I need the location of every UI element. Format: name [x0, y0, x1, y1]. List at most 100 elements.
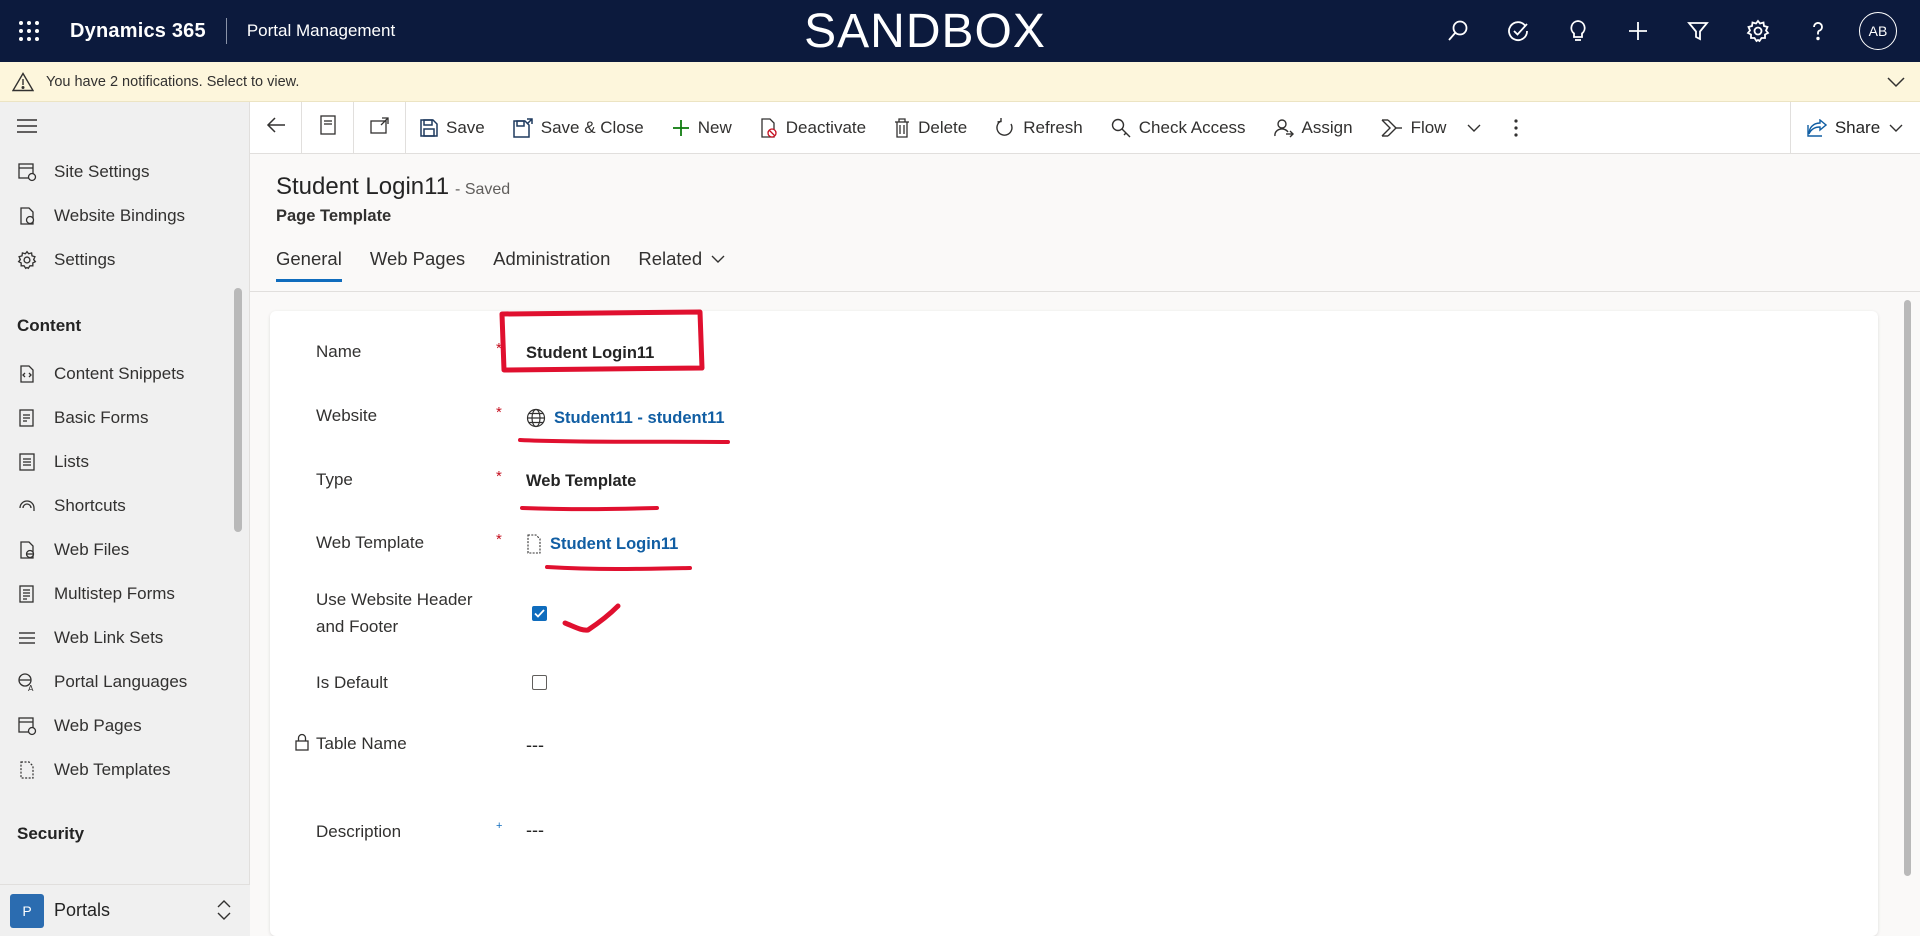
sidebar-item-label: Settings	[54, 250, 116, 269]
sidebar-item-label: Shortcuts	[54, 496, 126, 515]
key-search-icon	[1111, 118, 1131, 138]
open-in-new-window-icon	[369, 116, 390, 139]
document-icon	[526, 534, 542, 554]
is-default-label: Is Default	[316, 673, 388, 692]
search-icon[interactable]	[1428, 0, 1488, 62]
sidebar-item-label: Web Templates	[54, 760, 171, 779]
sidebar-group-content: Content	[17, 316, 82, 335]
website-label: Website	[316, 406, 378, 425]
sidebar-item-lists[interactable]: Lists	[0, 442, 232, 482]
save-and-close-button[interactable]: Save & Close	[499, 102, 658, 154]
type-label: Type	[316, 470, 353, 489]
tab-related[interactable]: Related	[638, 248, 726, 282]
record-entity-name: Page Template	[276, 207, 392, 225]
form-scrollbar[interactable]	[1904, 300, 1911, 876]
share-button[interactable]: Share	[1790, 102, 1920, 154]
tab-label: Related	[638, 248, 703, 269]
open-new-window-button[interactable]	[354, 101, 406, 154]
website-lookup-field[interactable]: Student11 - student11	[526, 408, 725, 428]
lightbulb-icon[interactable]	[1548, 0, 1608, 62]
description-field[interactable]: ---	[526, 820, 544, 841]
deactivate-icon	[760, 117, 778, 138]
record-set-button[interactable]	[302, 101, 354, 154]
back-button[interactable]	[250, 101, 302, 154]
area-switcher[interactable]: P Portals	[0, 884, 250, 936]
tab-web-pages[interactable]: Web Pages	[370, 248, 465, 282]
sidebar-item-web-templates[interactable]: Web Templates	[0, 750, 232, 790]
required-marker: *	[496, 340, 502, 357]
divider	[225, 18, 227, 44]
website-bindings-icon	[0, 206, 54, 226]
web-template-icon	[0, 760, 54, 780]
plus-icon[interactable]	[1608, 0, 1668, 62]
task-check-icon[interactable]	[1488, 0, 1548, 62]
notification-text[interactable]: You have 2 notifications. Select to view…	[46, 74, 299, 90]
tab-administration[interactable]: Administration	[493, 248, 610, 282]
sidebar-item-shortcuts[interactable]: Shortcuts	[0, 486, 232, 526]
refresh-icon	[995, 117, 1015, 138]
shortcut-icon	[0, 496, 54, 516]
name-label: Name	[316, 342, 362, 361]
gear-icon	[0, 250, 54, 270]
sidebar-item-web-link-sets[interactable]: Web Link Sets	[0, 618, 232, 658]
chevron-down-icon[interactable]	[1466, 120, 1482, 136]
chevron-down-icon	[710, 251, 726, 267]
form-section-card	[270, 311, 1878, 936]
refresh-button[interactable]: Refresh	[981, 102, 1097, 154]
sidebar-item-web-files[interactable]: Web Files	[0, 530, 232, 570]
sidebar-item-label: Multistep Forms	[54, 584, 175, 603]
notification-bar[interactable]: You have 2 notifications. Select to view…	[0, 62, 1920, 102]
refresh-label: Refresh	[1023, 117, 1083, 137]
sidebar-item-basic-forms[interactable]: Basic Forms	[0, 398, 232, 438]
help-icon[interactable]	[1788, 0, 1848, 62]
sidebar-item-site-settings[interactable]: Site Settings	[0, 152, 232, 192]
form-tabs: General Web Pages Administration Related	[276, 248, 754, 282]
name-field[interactable]: Student Login11	[526, 344, 654, 363]
multistep-forms-icon	[0, 584, 54, 604]
save-close-label: Save & Close	[540, 117, 644, 137]
save-button[interactable]: Save	[406, 102, 499, 154]
deactivate-button[interactable]: Deactivate	[746, 102, 880, 154]
web-template-value[interactable]: Student Login11	[550, 535, 678, 554]
list-icon	[0, 452, 54, 472]
sidebar-scrollbar[interactable]	[234, 288, 242, 532]
delete-button[interactable]: Delete	[880, 102, 981, 154]
app-area-name[interactable]: Portal Management	[247, 21, 395, 41]
type-select[interactable]: Web Template	[526, 472, 636, 491]
sidebar-item-multistep-forms[interactable]: Multistep Forms	[0, 574, 232, 614]
sidebar-item-website-bindings[interactable]: Website Bindings	[0, 196, 232, 236]
app-launcher-icon[interactable]	[0, 0, 58, 62]
gear-icon[interactable]	[1728, 0, 1788, 62]
sidebar-item-web-pages[interactable]: Web Pages	[0, 706, 232, 746]
hamburger-menu-icon[interactable]	[17, 118, 37, 139]
use-header-footer-checkbox[interactable]	[532, 606, 547, 621]
assign-button[interactable]: Assign	[1260, 102, 1367, 154]
more-commands-icon[interactable]	[1496, 118, 1536, 138]
sidebar-item-label: Web Files	[54, 540, 130, 559]
sidebar-item-label: Site Settings	[54, 162, 150, 181]
sidebar-item-content-snippets[interactable]: Content Snippets	[0, 354, 232, 394]
website-value[interactable]: Student11 - student11	[554, 409, 725, 428]
chevron-down-icon[interactable]	[1886, 72, 1906, 96]
sidebar-item-label: Lists	[54, 452, 89, 471]
description-label: Description	[316, 822, 402, 841]
sidebar-item-settings[interactable]: Settings	[0, 240, 232, 280]
document-icon	[319, 115, 337, 140]
tab-general[interactable]: General	[276, 248, 342, 282]
check-access-button[interactable]: Check Access	[1097, 102, 1260, 154]
basic-forms-icon	[0, 408, 54, 428]
area-badge: P	[10, 893, 44, 928]
filter-icon[interactable]	[1668, 0, 1728, 62]
sidebar-item-portal-languages[interactable]: A Portal Languages	[0, 662, 232, 702]
is-default-checkbox[interactable]	[532, 675, 547, 690]
user-account[interactable]: AB	[1848, 0, 1908, 62]
save-close-icon	[513, 117, 533, 138]
new-button[interactable]: New	[658, 102, 746, 154]
content-snippets-icon	[0, 364, 54, 384]
lock-icon	[295, 733, 309, 756]
deactivate-label: Deactivate	[785, 117, 867, 137]
web-template-lookup-field[interactable]: Student Login11	[526, 534, 678, 554]
app-name[interactable]: Dynamics 365	[70, 20, 206, 43]
flow-button[interactable]: Flow	[1367, 102, 1497, 154]
command-bar: Save Save & Close New Deactivate Delete …	[250, 101, 1920, 154]
